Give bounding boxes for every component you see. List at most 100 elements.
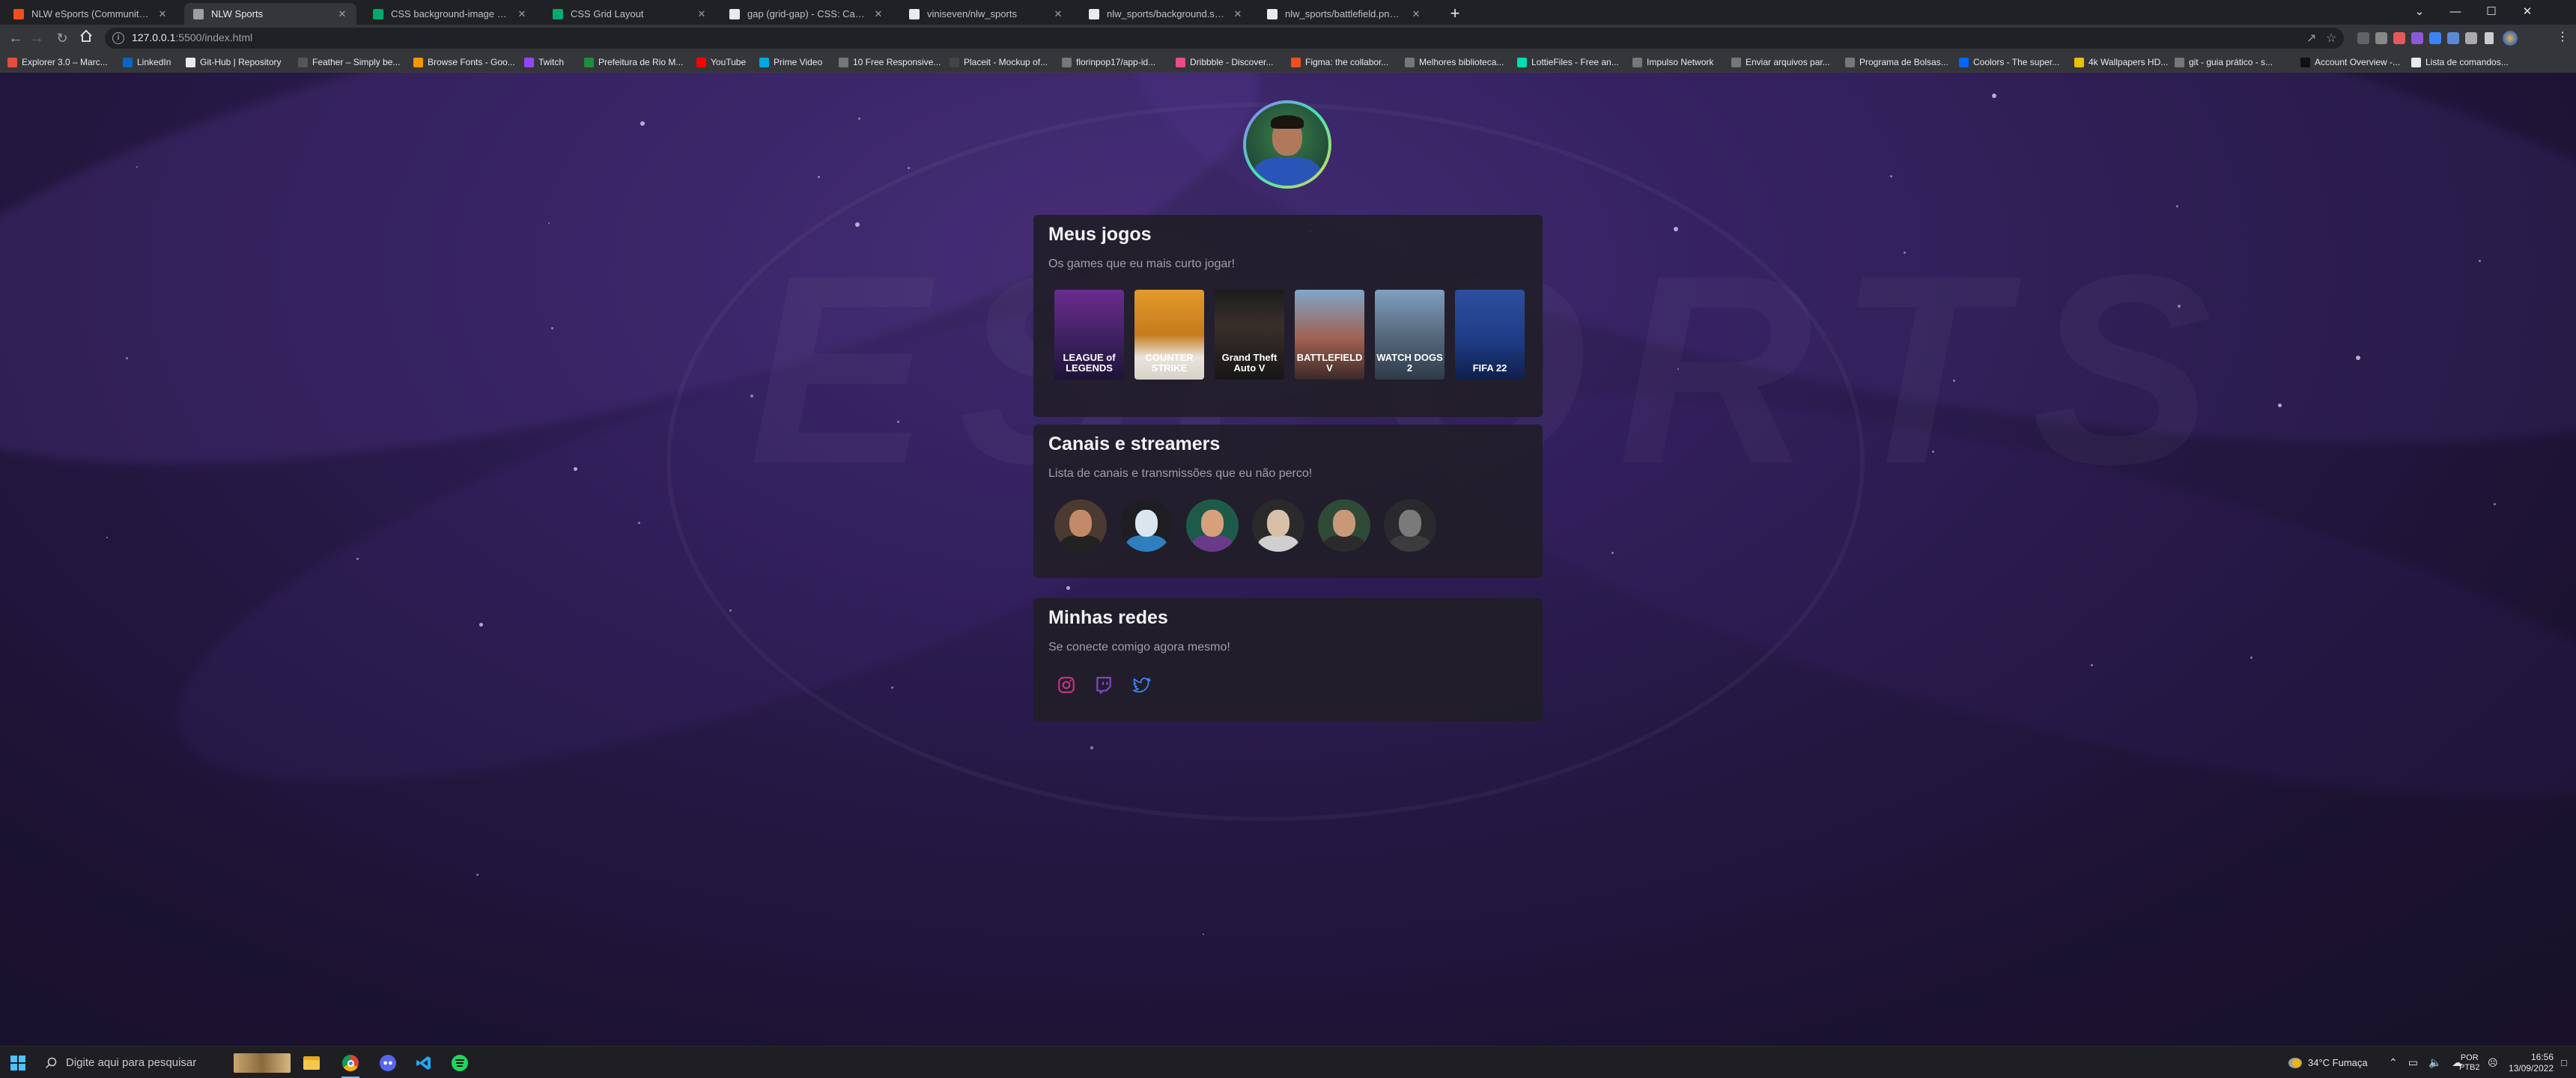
bookmark-item[interactable]: Dribbble - Discover... bbox=[1176, 55, 1273, 69]
bookmark-item[interactable]: Git-Hub | Repository bbox=[186, 55, 282, 69]
bookmark-item[interactable]: Impulso Network bbox=[1632, 55, 1713, 69]
bookmark-item[interactable]: YouTube bbox=[696, 55, 746, 69]
browser-tab[interactable]: CSS background-image property ✕ bbox=[364, 3, 536, 25]
puzzle-icon[interactable] bbox=[2465, 32, 2477, 44]
bookmark-item[interactable]: Browse Fonts - Goo... bbox=[413, 55, 515, 69]
taskbar-discord[interactable]: ●● bbox=[376, 1051, 400, 1075]
bookmark-item[interactable]: 10 Free Responsive... bbox=[839, 55, 941, 69]
weather-widget[interactable]: 34°C Fumaça bbox=[2288, 1047, 2368, 1078]
browser-tab[interactable]: nlw_sports/battlefield.png at m ✕ bbox=[1258, 3, 1430, 25]
browser-tab[interactable]: gap (grid-gap) - CSS: Cascading ✕ bbox=[720, 3, 893, 25]
bookmark-item[interactable]: git - guia prático - s... bbox=[2175, 55, 2273, 69]
extension-icon[interactable] bbox=[2411, 32, 2423, 44]
close-window-button[interactable]: ✕ bbox=[2510, 1, 2545, 22]
extension-icon[interactable] bbox=[2375, 32, 2387, 44]
close-tab-icon[interactable]: ✕ bbox=[157, 8, 168, 20]
close-tab-icon[interactable]: ✕ bbox=[1411, 8, 1421, 20]
bookmark-label: 4k Wallpapers HD... bbox=[2089, 57, 2169, 67]
extension-icon[interactable] bbox=[2357, 32, 2369, 44]
maximize-button[interactable]: ☐ bbox=[2474, 1, 2509, 22]
bookmark-star-icon[interactable]: ☆ bbox=[2326, 31, 2336, 46]
reload-button[interactable]: ↻ bbox=[52, 28, 72, 48]
minimize-button[interactable]: — bbox=[2438, 1, 2473, 22]
close-tab-icon[interactable]: ✕ bbox=[1053, 8, 1063, 20]
bookmark-item[interactable]: Placeit - Mockup of... bbox=[950, 55, 1048, 69]
bookmark-item[interactable]: LottieFiles - Free an... bbox=[1517, 55, 1619, 69]
bookmark-item[interactable]: Twitch bbox=[524, 55, 564, 69]
address-bar[interactable]: i 127.0.0.1:5500/index.html ↗ ☆ bbox=[105, 28, 2344, 49]
home-button[interactable] bbox=[76, 28, 96, 48]
game-cover[interactable]: FIFA 22 bbox=[1455, 290, 1525, 380]
back-button[interactable]: ← bbox=[6, 28, 25, 48]
bookmark-item[interactable]: florinpop17/app-id... bbox=[1062, 55, 1155, 69]
clock[interactable]: 16:56 13/09/2022 bbox=[2504, 1047, 2554, 1078]
bookmark-item[interactable]: Account Overview -... bbox=[2300, 55, 2400, 69]
taskbar-chrome[interactable] bbox=[338, 1051, 362, 1078]
game-cover[interactable]: WATCH DOGS 2 bbox=[1375, 290, 1445, 380]
bookmark-item[interactable]: Explorer 3.0 – Marc... bbox=[7, 55, 108, 69]
forward-button[interactable]: → bbox=[27, 28, 46, 48]
taskbar-vscode[interactable] bbox=[412, 1051, 436, 1075]
bookmark-item[interactable]: Prefeitura de Rio M... bbox=[584, 55, 683, 69]
menu-kebab-icon[interactable]: ⋮ bbox=[2557, 29, 2569, 43]
bookmark-item[interactable]: Feather – Simply be... bbox=[298, 55, 400, 69]
bookmark-item[interactable]: Coolors - The super... bbox=[1959, 55, 2059, 69]
browser-tab[interactable]: NLW Sports ✕ bbox=[184, 3, 356, 25]
streamer-avatar[interactable] bbox=[1252, 499, 1304, 552]
bookmark-item[interactable]: Melhores biblioteca... bbox=[1405, 55, 1504, 69]
start-button[interactable] bbox=[10, 1056, 25, 1071]
game-cover[interactable]: COUNTER STRIKE bbox=[1134, 290, 1204, 380]
bookmark-item[interactable]: Lista de comandos... bbox=[2411, 55, 2509, 69]
bookmark-item[interactable]: Figma: the collabor... bbox=[1291, 55, 1388, 69]
browser-tab[interactable]: viniseven/nlw_sports ✕ bbox=[900, 3, 1072, 25]
bookmark-item[interactable]: LinkedIn bbox=[123, 55, 171, 69]
extension-icon[interactable] bbox=[2429, 32, 2441, 44]
bookmark-item[interactable]: Enviar arquivos par... bbox=[1731, 55, 1830, 69]
profile-avatar-icon[interactable] bbox=[2503, 31, 2518, 46]
game-cover[interactable]: LEAGUE of LEGENDS bbox=[1054, 290, 1124, 380]
bookmark-favicon-icon bbox=[2175, 57, 2184, 67]
site-info-icon[interactable]: i bbox=[112, 32, 124, 44]
extension-icon[interactable] bbox=[2393, 32, 2405, 44]
streamer-avatar[interactable] bbox=[1384, 499, 1436, 552]
close-tab-icon[interactable]: ✕ bbox=[696, 8, 707, 20]
close-tab-icon[interactable]: ✕ bbox=[337, 8, 347, 20]
streamer-avatar[interactable] bbox=[1318, 499, 1370, 552]
twitter-link[interactable] bbox=[1129, 673, 1153, 697]
bookmark-label: Programa de Bolsas... bbox=[1859, 57, 1948, 67]
taskbar-search[interactable]: Digite aqui para pesquisar bbox=[37, 1048, 291, 1077]
bookmark-item[interactable]: Programa de Bolsas... bbox=[1845, 55, 1948, 69]
bookmark-item[interactable]: 4k Wallpapers HD... bbox=[2074, 55, 2168, 69]
extension-icon[interactable] bbox=[2447, 32, 2459, 44]
network-icon[interactable]: ▭ bbox=[2408, 1056, 2418, 1069]
emoji-icon[interactable]: ☹ bbox=[2488, 1047, 2501, 1078]
browser-tab[interactable]: nlw_sports/background.svg at m ✕ bbox=[1080, 3, 1252, 25]
sidebar-icon[interactable] bbox=[2485, 32, 2494, 44]
streamer-avatar[interactable] bbox=[1186, 499, 1239, 552]
mdn-icon bbox=[729, 8, 740, 19]
twitter-icon bbox=[1132, 677, 1151, 693]
game-cover[interactable]: Grand Theft Auto V bbox=[1215, 290, 1284, 380]
new-tab-button[interactable]: + bbox=[1445, 4, 1465, 24]
instagram-link[interactable] bbox=[1054, 673, 1078, 697]
chevron-up-icon[interactable]: ⌃ bbox=[2389, 1056, 2398, 1069]
bookmark-item[interactable]: Prime Video bbox=[759, 55, 822, 69]
taskbar-spotify[interactable] bbox=[448, 1051, 472, 1075]
browser-tab[interactable]: NLW eSports (Community) – Figma ✕ bbox=[4, 3, 177, 25]
speaker-icon[interactable]: 🔈 bbox=[2428, 1056, 2441, 1069]
twitch-link[interactable] bbox=[1092, 673, 1116, 697]
close-tab-icon[interactable]: ✕ bbox=[873, 8, 884, 20]
share-icon[interactable]: ↗ bbox=[2306, 31, 2316, 46]
close-tab-icon[interactable]: ✕ bbox=[1233, 8, 1243, 20]
streamer-avatar[interactable] bbox=[1054, 499, 1107, 552]
game-cover[interactable]: BATTLEFIELD V bbox=[1295, 290, 1364, 380]
taskbar-file-explorer[interactable] bbox=[300, 1051, 323, 1075]
close-tab-icon[interactable]: ✕ bbox=[517, 8, 527, 20]
language-indicator[interactable]: POR PTB2 bbox=[2459, 1047, 2480, 1078]
tab-search-chevron-icon[interactable]: ⌄ bbox=[2402, 1, 2437, 22]
streamer-avatar[interactable] bbox=[1120, 499, 1173, 552]
star bbox=[1932, 451, 1934, 453]
notifications-icon[interactable]: □ bbox=[2555, 1047, 2573, 1078]
browser-tab[interactable]: CSS Grid Layout ✕ bbox=[544, 3, 716, 25]
weather-icon bbox=[2288, 1057, 2302, 1068]
